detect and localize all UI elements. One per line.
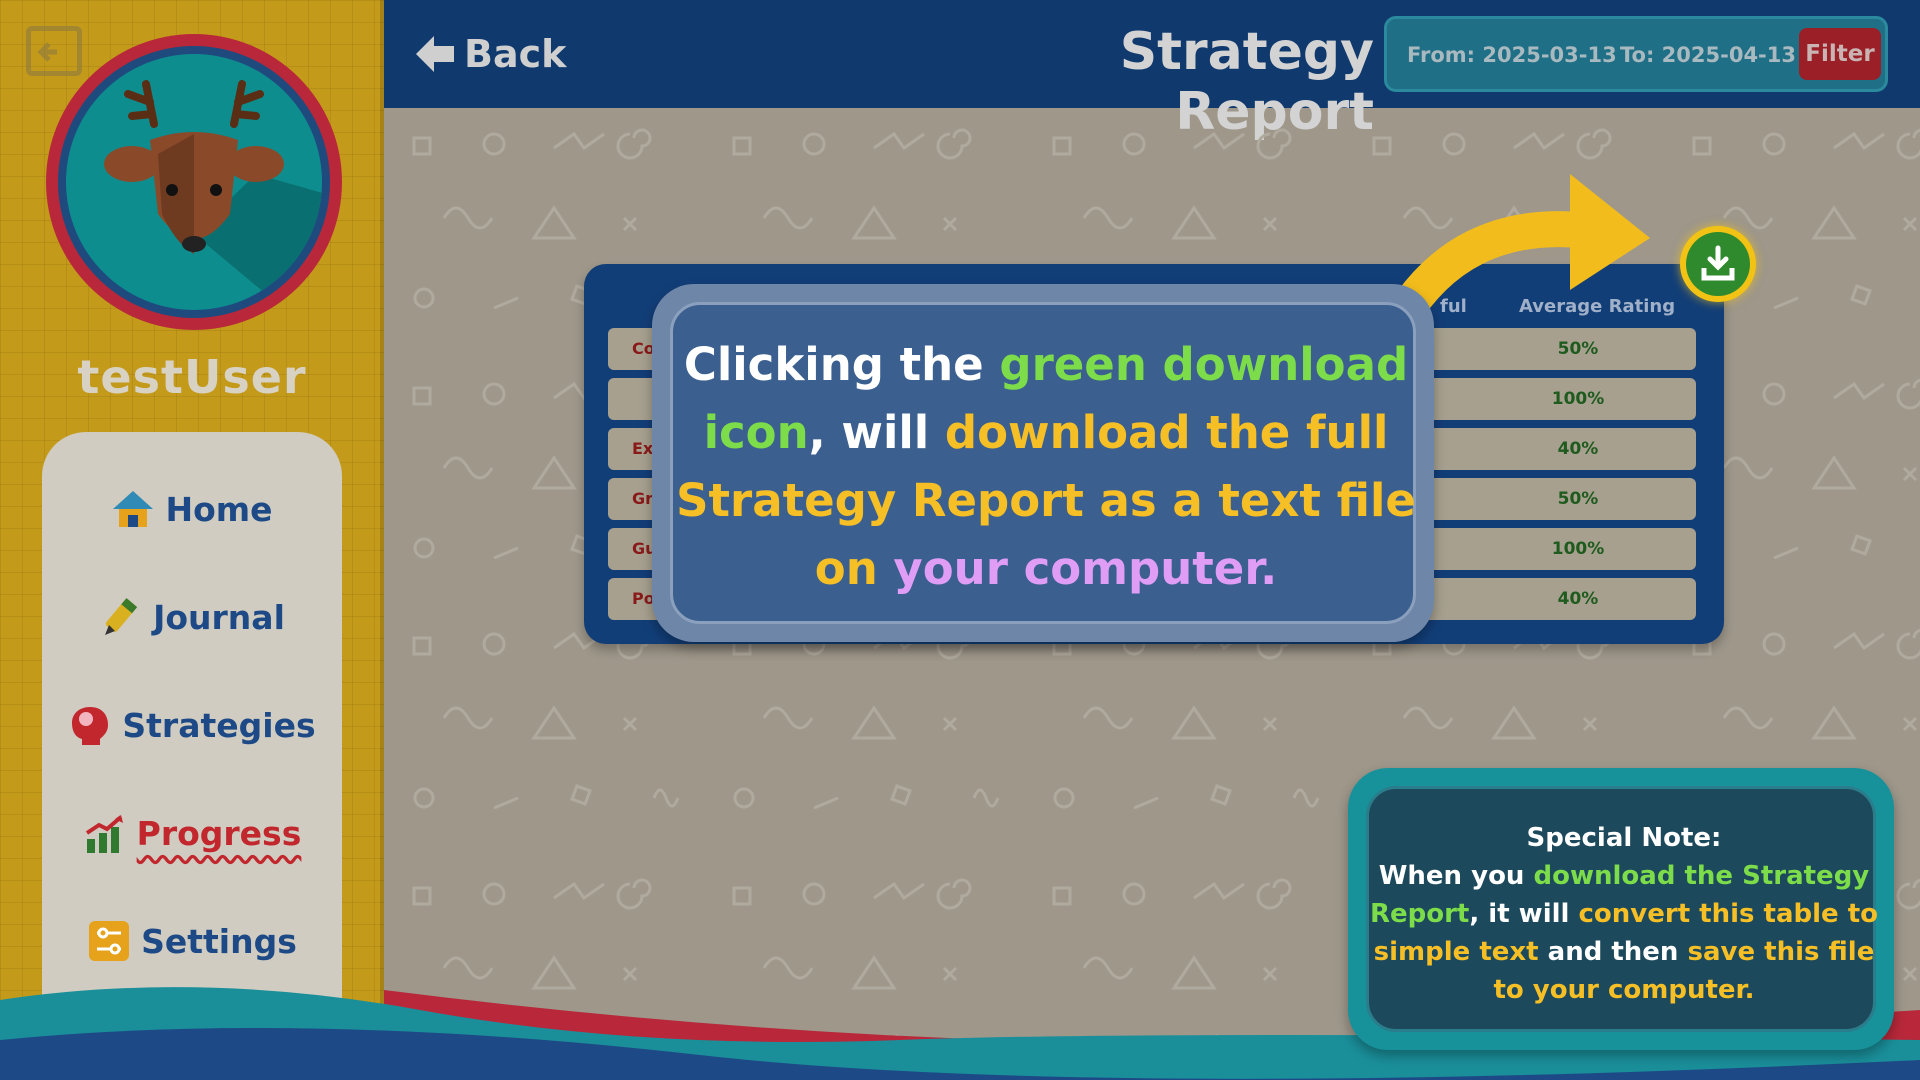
filter-button[interactable]: Filter	[1799, 28, 1881, 80]
username: testUser	[77, 350, 307, 404]
sidebar: testUser Home Journal Strategies Progres…	[0, 0, 384, 1080]
special-note: Special Note: When you download the Stra…	[1348, 768, 1894, 1050]
growth-chart-icon	[85, 815, 123, 853]
back-button[interactable]: Back	[414, 28, 566, 80]
download-icon	[1701, 245, 1735, 281]
deer-avatar-icon	[66, 54, 322, 310]
back-label: Back	[464, 32, 567, 76]
pencil-icon	[105, 598, 138, 635]
nav-item-settings[interactable]: Settings	[42, 906, 342, 976]
nav-menu: Home Journal Strategies Progress Setting…	[42, 432, 342, 1052]
date-filter: From: 2025-03-13 To: 2025-04-13 Filter	[1384, 16, 1888, 92]
nav-item-journal[interactable]: Journal	[42, 582, 342, 652]
sliders-icon	[89, 921, 130, 961]
callout-text: Clicking the green download icon, will d…	[676, 338, 1416, 595]
nav-item-strategies[interactable]: Strategies	[42, 690, 342, 760]
to-date-field[interactable]: To: 2025-04-13	[1620, 43, 1796, 67]
home-icon	[113, 491, 154, 527]
from-date-field[interactable]: From: 2025-03-13	[1407, 43, 1617, 67]
download-report-button[interactable]	[1680, 226, 1756, 302]
tutorial-callout: Clicking the green download icon, will d…	[652, 284, 1434, 642]
brain-head-icon	[72, 707, 109, 745]
special-note-text: Special Note: When you download the Stra…	[1369, 823, 1879, 1005]
arrow-left-icon	[416, 36, 454, 72]
header-bar: Back Strategy Report From: 2025-03-13 To…	[384, 0, 1920, 142]
special-note-title: Special Note:	[1526, 823, 1722, 853]
avatar[interactable]	[46, 34, 342, 330]
nav-item-home[interactable]: Home	[42, 474, 342, 544]
nav-item-progress[interactable]: Progress	[42, 798, 342, 868]
